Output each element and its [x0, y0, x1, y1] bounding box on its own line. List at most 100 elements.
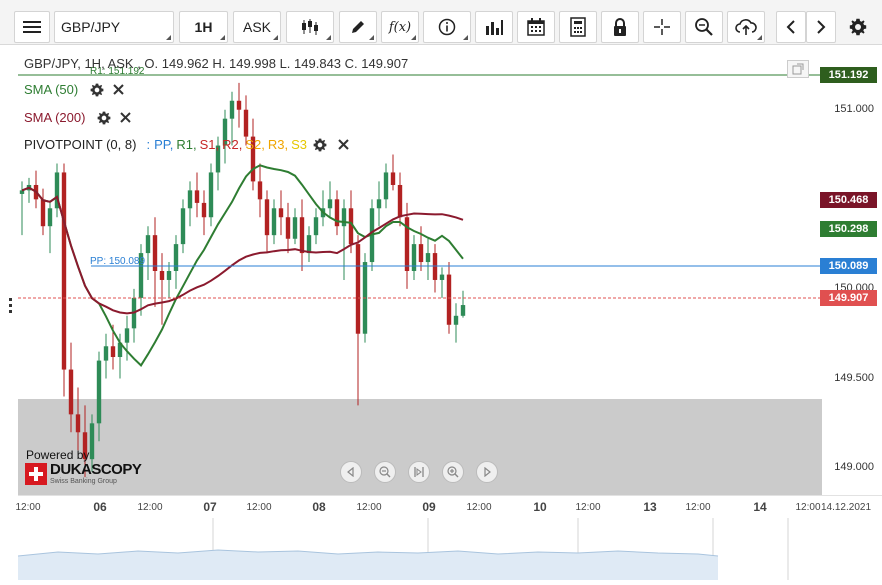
hamburger-icon: [23, 21, 41, 33]
zoom-icon: [695, 18, 713, 36]
time-axis-day-label: 10: [533, 500, 547, 514]
last-price-tag: 149.907: [820, 290, 877, 306]
panel-resize-handle[interactable]: [9, 298, 13, 316]
brand-name: DUKASCOPY: [50, 461, 142, 478]
side-label: ASK: [242, 19, 271, 35]
calculator-icon: [570, 17, 586, 37]
pivot-legend: PIVOTPOINT (0, 8) : PP, R1, S1, R2, S2, R3, S3: [24, 137, 350, 152]
chart-type-button[interactable]: [286, 11, 334, 43]
candle-body: [103, 346, 109, 361]
price-axis-label: 149.000: [834, 461, 874, 474]
price-chart[interactable]: R1: 151.192 PP: 150.089: [18, 47, 822, 495]
pivot-items: PP, R1, S1, R2, S2, R3, S3: [154, 137, 307, 152]
indicators-button[interactable]: f(x): [381, 11, 419, 43]
pp-level-label: PP: 150.089: [90, 256, 145, 267]
symbol-selector[interactable]: GBP/JPY: [54, 11, 174, 43]
time-axis-day-label: 09: [422, 500, 436, 514]
time-axis-label: 12:00: [575, 502, 601, 513]
scroll-back-button[interactable]: [340, 461, 362, 483]
lock-icon: [614, 18, 626, 36]
candle-body: [257, 181, 263, 200]
candle-body: [271, 208, 277, 236]
zoom-button[interactable]: [685, 11, 723, 43]
candle-body: [355, 244, 361, 334]
time-axis-day-label: 14: [753, 500, 767, 514]
time-axis[interactable]: 12:00 06 12:00 07 12:00 08 12:00 09 12:00 10 12:00…: [15, 495, 882, 518]
candle-body: [229, 100, 235, 119]
gear-icon[interactable]: [313, 138, 327, 152]
candle-body: [327, 199, 333, 209]
upload-button[interactable]: [727, 11, 765, 43]
triangle-left-icon: [347, 467, 354, 477]
candle-body: [397, 184, 403, 218]
candle-body: [341, 208, 347, 227]
zoom-out-button[interactable]: [374, 461, 396, 483]
popout-icon: [792, 63, 804, 75]
time-axis-label: 12:00: [137, 502, 163, 513]
candle-body: [187, 190, 193, 209]
timeframe-selector[interactable]: 1H: [179, 11, 228, 43]
candle-body: [75, 414, 81, 433]
menu-button[interactable]: [14, 11, 50, 43]
crosshair-icon: [654, 19, 670, 35]
zoom-out-icon: [379, 466, 391, 478]
popout-button[interactable]: [787, 60, 809, 78]
candle-body: [40, 199, 46, 227]
navigator-chart: [17, 518, 789, 580]
candle-body: [19, 190, 25, 194]
time-axis-label: 12:00: [795, 502, 821, 513]
draw-tool-button[interactable]: [339, 11, 377, 43]
gear-icon[interactable]: [97, 111, 111, 125]
candle-body: [453, 315, 459, 325]
crosshair-button[interactable]: [643, 11, 681, 43]
candle-body: [306, 235, 312, 254]
close-icon[interactable]: [112, 83, 125, 96]
sma200-label: SMA (200): [24, 110, 86, 125]
candle-body: [299, 217, 305, 254]
close-icon[interactable]: [119, 111, 132, 124]
calendar-icon: [527, 18, 545, 36]
candle-body: [110, 346, 116, 358]
scroll-forward-button[interactable]: [476, 461, 498, 483]
function-icon: f(x): [388, 19, 412, 35]
navigator-panel[interactable]: [17, 518, 882, 580]
candle-body: [264, 199, 270, 236]
calendar-button[interactable]: [517, 11, 555, 43]
candle-body: [61, 172, 67, 370]
volume-button[interactable]: [475, 11, 513, 43]
lock-button[interactable]: [601, 11, 639, 43]
candle-body: [173, 244, 179, 271]
zoom-in-button[interactable]: [442, 461, 464, 483]
brand-tagline: Swiss Banking Group: [50, 478, 117, 485]
settings-button[interactable]: [842, 11, 874, 43]
close-icon[interactable]: [337, 138, 350, 151]
scroll-right-button[interactable]: [806, 11, 836, 43]
candle-body: [292, 217, 298, 239]
time-axis-label: 12:00: [685, 502, 711, 513]
calculator-button[interactable]: [559, 11, 597, 43]
reset-view-icon: [414, 467, 424, 477]
sma200-price-tag: 150.468: [820, 192, 877, 208]
gear-icon[interactable]: [90, 83, 104, 97]
pivot-item: R3,: [267, 137, 289, 152]
scroll-left-button[interactable]: [776, 11, 806, 43]
candle-body: [236, 100, 242, 110]
pivot-item: S1,: [199, 137, 220, 152]
info-button[interactable]: [423, 11, 471, 43]
dukascopy-logo: DUKASCOPY Swiss Banking Group: [25, 461, 142, 488]
sma50-label: SMA (50): [24, 82, 79, 97]
candle-body: [89, 423, 95, 460]
bar-chart-icon: [486, 20, 503, 35]
sma-50-line: [21, 164, 464, 367]
price-axis-label: 151.000: [834, 102, 874, 115]
gear-icon: [849, 18, 867, 36]
reset-view-button[interactable]: [408, 461, 430, 483]
time-axis-label: 12:00: [246, 502, 272, 513]
candle-body: [285, 217, 291, 239]
candle-body: [432, 253, 438, 280]
side-selector[interactable]: ASK: [233, 11, 281, 43]
candle-body: [278, 208, 284, 218]
chevron-right-icon: [817, 20, 826, 34]
candle-body: [201, 202, 207, 218]
chart-plot[interactable]: R1: 151.192 PP: 150.089: [18, 47, 822, 495]
